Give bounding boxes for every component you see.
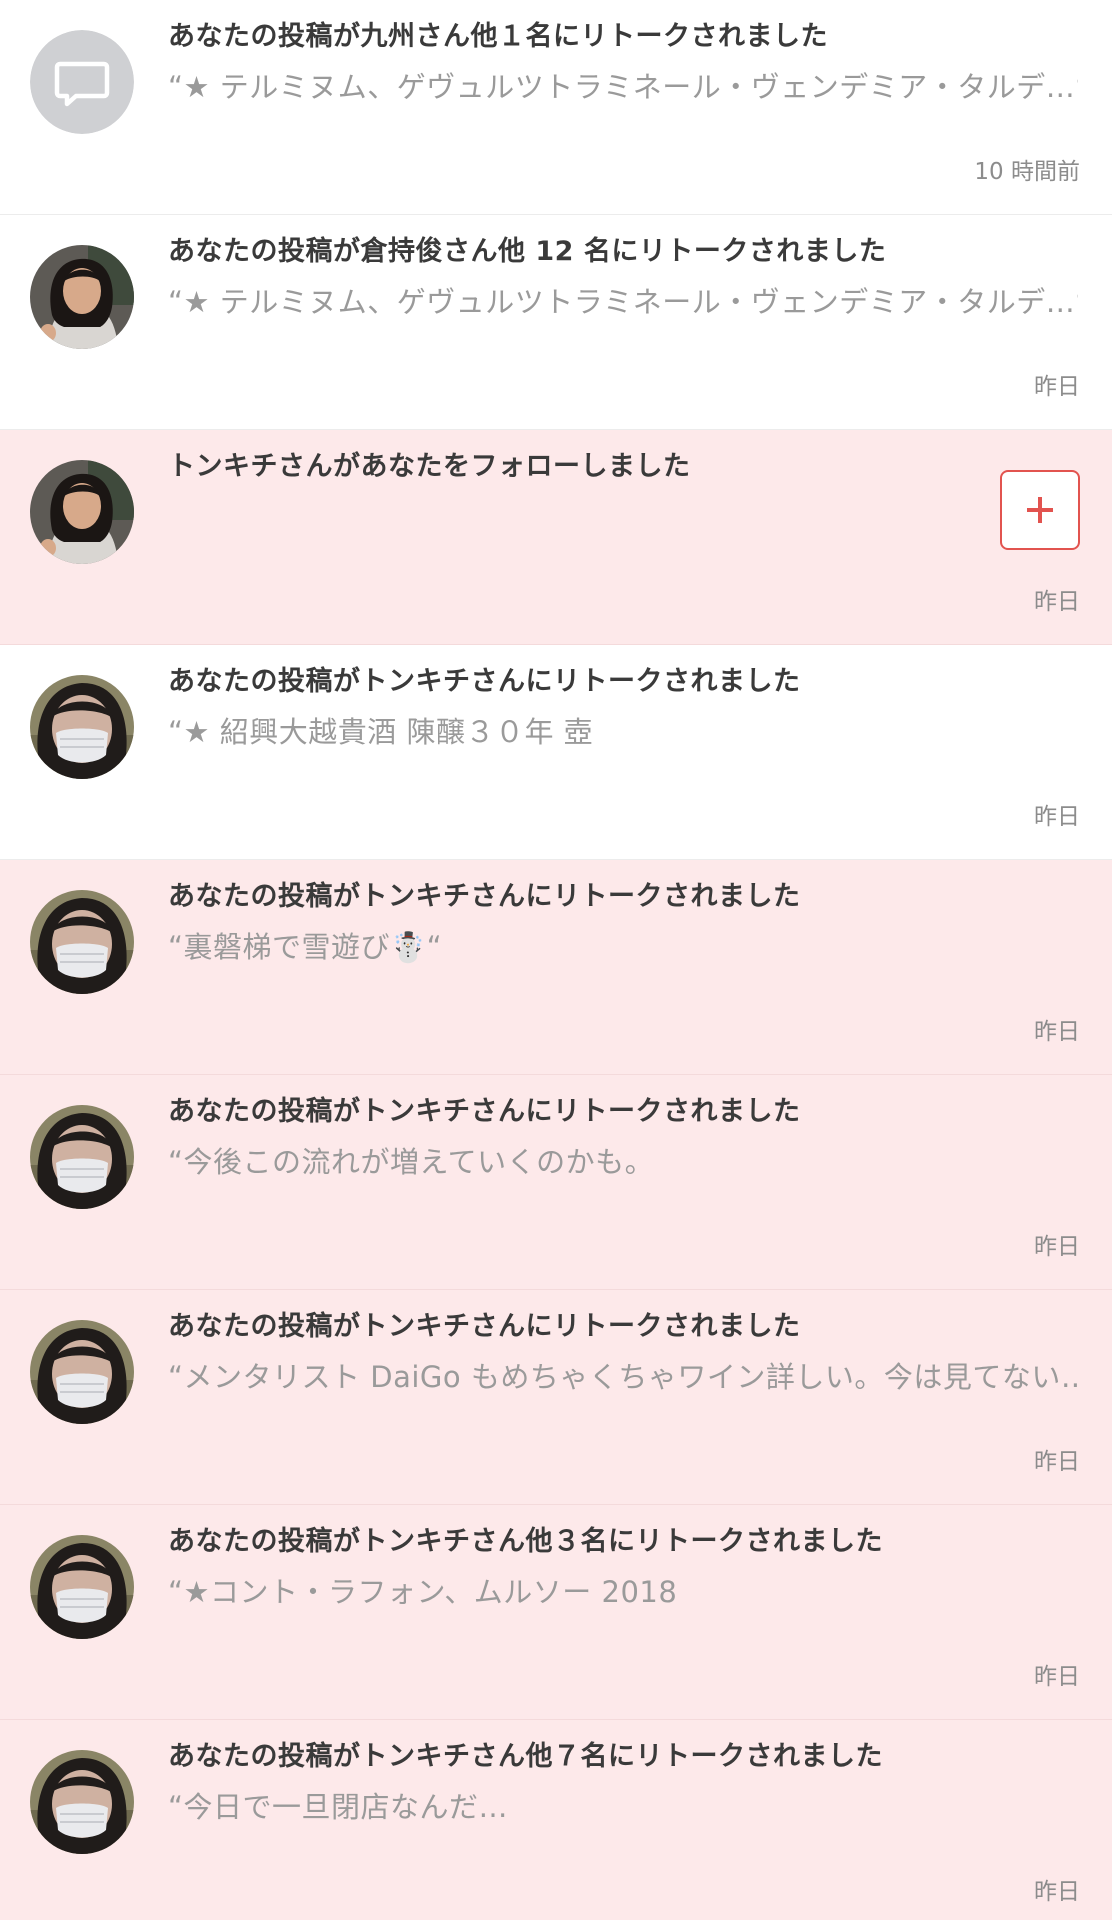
notification-time: 昨日: [1034, 1234, 1080, 1260]
notification-time: 昨日: [1034, 1664, 1080, 1690]
notification-item[interactable]: あなたの投稿が九州さん他１名にリトークされました “★ テルミヌム、ゲヴュルツト…: [0, 0, 1112, 215]
notification-title: あなたの投稿がトンキチさん他３名にリトークされました: [168, 1526, 883, 1557]
notification-item[interactable]: あなたの投稿がトンキチさんにリトークされました “今後この流れが増えていくのかも…: [0, 1075, 1112, 1290]
notification-title: あなたの投稿が九州さん他１名にリトークされました: [168, 21, 828, 52]
notification-list: あなたの投稿が九州さん他１名にリトークされました “★ テルミヌム、ゲヴュルツト…: [0, 0, 1112, 1920]
notification-snippet: “今日で一旦閉店なんだ…: [168, 1790, 509, 1824]
user-avatar[interactable]: [30, 1105, 134, 1209]
notification-title: あなたの投稿がトンキチさんにリトークされました: [168, 881, 801, 912]
user-avatar[interactable]: [30, 890, 134, 994]
notification-item[interactable]: あなたの投稿がトンキチさん他７名にリトークされました “今日で一旦閉店なんだ… …: [0, 1720, 1112, 1920]
notification-title: あなたの投稿が倉持俊さん他 12 名にリトークされました: [168, 236, 887, 267]
plus-icon: [1027, 497, 1053, 523]
notification-snippet: “★ テルミヌム、ゲヴュルツトラミネール・ヴェンデミア・タルデ…“: [168, 70, 1078, 104]
notification-item[interactable]: あなたの投稿がトンキチさん他３名にリトークされました “★コント・ラフォン、ムル…: [0, 1505, 1112, 1720]
user-avatar[interactable]: [30, 460, 134, 564]
user-avatar[interactable]: [30, 1535, 134, 1639]
notification-snippet: “裏磐梯で雪遊び☃️“: [168, 930, 443, 964]
notification-item[interactable]: あなたの投稿がトンキチさんにリトークされました “★ 紹興大越貴酒 陳醸３０年 …: [0, 645, 1112, 860]
default-avatar-icon[interactable]: [30, 30, 134, 134]
notification-time: 昨日: [1034, 804, 1080, 830]
notification-snippet: “★ テルミヌム、ゲヴュルツトラミネール・ヴェンデミア・タルデ…“: [168, 285, 1078, 319]
notification-title: トンキチさんがあなたをフォローしました: [168, 451, 691, 482]
user-avatar[interactable]: [30, 1320, 134, 1424]
notification-time: 昨日: [1034, 589, 1080, 615]
notification-title: あなたの投稿がトンキチさんにリトークされました: [168, 1311, 801, 1342]
notification-title: あなたの投稿がトンキチさんにリトークされました: [168, 1096, 801, 1127]
notification-time: 10 時間前: [974, 159, 1080, 185]
notification-time: 昨日: [1034, 374, 1080, 400]
user-avatar[interactable]: [30, 245, 134, 349]
notification-item[interactable]: あなたの投稿がトンキチさんにリトークされました “裏磐梯で雪遊び☃️“ 昨日: [0, 860, 1112, 1075]
notification-snippet: “メンタリスト DaiGo もめちゃくちゃワイン詳しい。今は見てない…“: [168, 1360, 1078, 1394]
notification-title: あなたの投稿がトンキチさん他７名にリトークされました: [168, 1741, 883, 1772]
notification-time: 昨日: [1034, 1019, 1080, 1045]
notification-time: 昨日: [1034, 1449, 1080, 1475]
user-avatar[interactable]: [30, 675, 134, 779]
notification-snippet: “★コント・ラフォン、ムルソー 2018: [168, 1575, 678, 1609]
notification-snippet: “★ 紹興大越貴酒 陳醸３０年 壺: [168, 715, 594, 749]
user-avatar[interactable]: [30, 1750, 134, 1854]
notification-time: 昨日: [1034, 1879, 1080, 1905]
notification-item[interactable]: あなたの投稿がトンキチさんにリトークされました “メンタリスト DaiGo もめ…: [0, 1290, 1112, 1505]
notification-item[interactable]: あなたの投稿が倉持俊さん他 12 名にリトークされました “★ テルミヌム、ゲヴ…: [0, 215, 1112, 430]
notification-snippet: “今後この流れが増えていくのかも。: [168, 1145, 655, 1179]
follow-back-button[interactable]: [1000, 470, 1080, 550]
notification-title: あなたの投稿がトンキチさんにリトークされました: [168, 666, 801, 697]
notification-item[interactable]: トンキチさんがあなたをフォローしました 昨日: [0, 430, 1112, 645]
